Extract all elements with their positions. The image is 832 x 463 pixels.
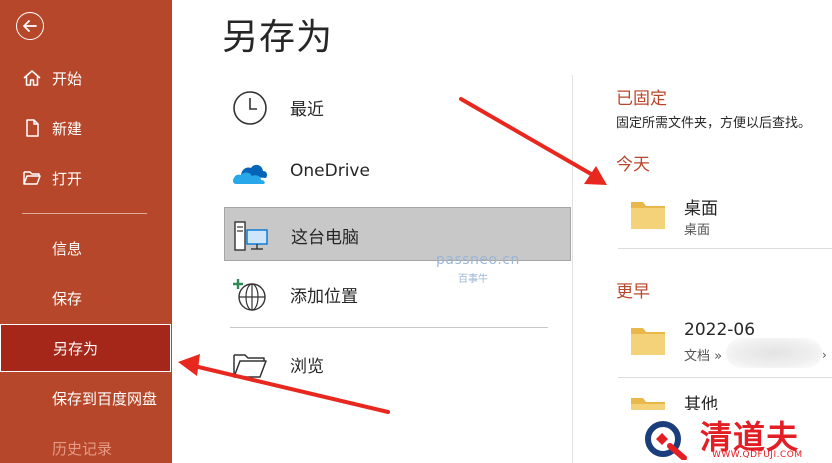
brand-logo: 清道夫 WWW.QDFUJI.COM	[630, 410, 832, 463]
nav-item-label: 信息	[52, 239, 83, 258]
folder-icon	[631, 202, 665, 229]
nav-item-info[interactable]: 信息	[0, 224, 172, 272]
column-divider	[572, 75, 573, 463]
folder-row-divider	[618, 248, 832, 249]
nav-item-label: 打开	[52, 169, 83, 188]
folder-path: 桌面	[684, 223, 711, 238]
nav-item-label: 保存到百度网盘	[52, 389, 158, 408]
nav-item-open[interactable]: 打开	[0, 154, 172, 202]
watermark-text: passneo.cn	[436, 252, 520, 268]
add-location-globe-icon	[233, 279, 266, 311]
folder-path: 文档 »	[684, 349, 723, 364]
redacted-path-blur	[726, 338, 822, 368]
onedrive-cloud-icon	[232, 164, 267, 184]
location-label: 这台电脑	[291, 228, 359, 248]
logo-mark-icon	[645, 421, 687, 460]
back-button[interactable]	[16, 12, 44, 40]
nav-item-label: 历史记录	[52, 439, 113, 458]
new-file-icon	[26, 119, 39, 137]
location-onedrive[interactable]: OneDrive	[224, 146, 571, 200]
this-pc-icon	[234, 221, 268, 251]
location-recent[interactable]: 最近	[224, 80, 571, 134]
nav-divider	[22, 213, 147, 214]
open-folder-icon	[23, 171, 41, 185]
nav-item-history[interactable]: 历史记录	[0, 424, 172, 463]
earlier-section-title: 更早	[616, 282, 650, 302]
page-title: 另存为	[222, 17, 334, 58]
nav-item-label: 新建	[52, 119, 83, 138]
nav-item-home[interactable]: 开始	[0, 54, 172, 102]
watermark-subtext: 百事牛	[458, 274, 488, 285]
nav-item-save-to-baidu[interactable]: 保存到百度网盘	[0, 374, 172, 422]
nav-item-save-as[interactable]: 另存为	[0, 324, 171, 372]
location-label: 最近	[290, 100, 324, 120]
home-icon	[23, 70, 41, 86]
back-arrow-icon	[23, 20, 37, 32]
nav-item-label: 另存为	[53, 339, 99, 358]
nav-item-new[interactable]: 新建	[0, 104, 172, 152]
logo-url: WWW.QDFUJI.COM	[712, 450, 803, 460]
location-label: 添加位置	[290, 287, 358, 307]
location-label: OneDrive	[290, 161, 370, 181]
locations-divider	[230, 327, 548, 328]
backstage-sidebar: 开始 新建 打开 信息 保存 另存为 保存到百度网盘 历史记录	[0, 0, 172, 463]
browse-folder-icon	[233, 354, 267, 378]
folder-row-desktop[interactable]: 桌面 桌面	[618, 186, 832, 254]
pinned-description: 固定所需文件夹，方便以后查找。	[616, 116, 812, 131]
clock-icon	[233, 91, 267, 125]
folder-name: 桌面	[684, 199, 718, 219]
folder-icon	[631, 328, 665, 355]
pinned-section-title: 已固定	[616, 89, 667, 109]
location-browse[interactable]: 浏览	[224, 337, 571, 391]
nav-item-label: 保存	[52, 289, 83, 308]
today-section-title: 今天	[616, 155, 650, 175]
location-add-place[interactable]: 添加位置	[224, 267, 571, 321]
chevron-right-icon: ›	[822, 348, 827, 362]
location-label: 浏览	[290, 357, 324, 377]
folder-row-divider	[618, 377, 832, 378]
folder-name: 2022-06	[684, 320, 756, 340]
nav-item-label: 开始	[52, 69, 83, 88]
nav-item-save[interactable]: 保存	[0, 274, 172, 322]
